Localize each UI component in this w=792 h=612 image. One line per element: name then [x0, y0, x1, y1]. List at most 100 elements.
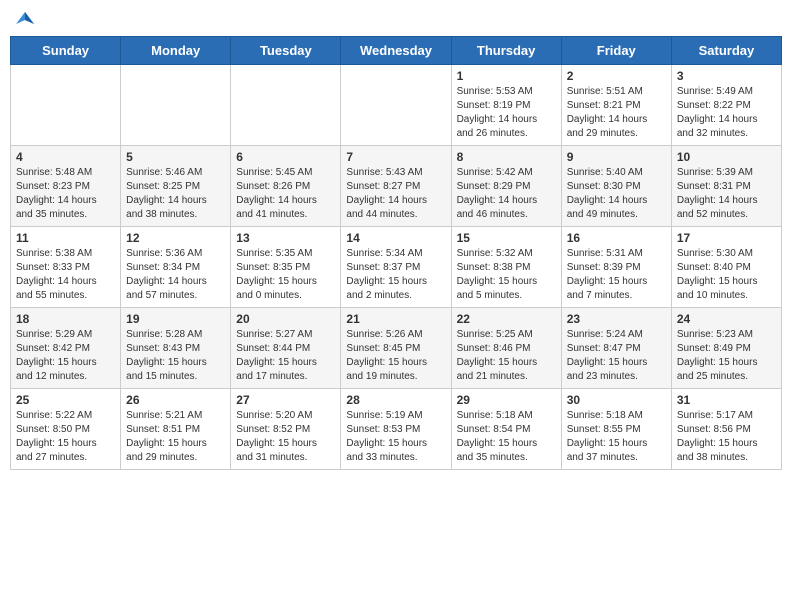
day-info: Sunrise: 5:48 AMSunset: 8:23 PMDaylight:…	[16, 166, 115, 222]
day-of-week-header: Friday	[561, 37, 671, 65]
day-info: Sunrise: 5:36 AMSunset: 8:34 PMDaylight:…	[126, 247, 225, 303]
day-info: Sunrise: 5:28 AMSunset: 8:43 PMDaylight:…	[126, 328, 225, 384]
day-info: Sunrise: 5:25 AMSunset: 8:46 PMDaylight:…	[457, 328, 556, 384]
calendar-cell	[121, 65, 231, 146]
calendar-header-row: SundayMondayTuesdayWednesdayThursdayFrid…	[11, 37, 782, 65]
calendar-cell: 16 Sunrise: 5:31 AMSunset: 8:39 PMDayligh…	[561, 227, 671, 308]
day-number: 10	[677, 150, 776, 164]
day-info: Sunrise: 5:29 AMSunset: 8:42 PMDaylight:…	[16, 328, 115, 384]
calendar-cell: 15 Sunrise: 5:32 AMSunset: 8:38 PMDayligh…	[451, 227, 561, 308]
calendar-cell: 14 Sunrise: 5:34 AMSunset: 8:37 PMDayligh…	[341, 227, 451, 308]
calendar-cell: 7 Sunrise: 5:43 AMSunset: 8:27 PMDaylight…	[341, 146, 451, 227]
calendar-cell: 19 Sunrise: 5:28 AMSunset: 8:43 PMDayligh…	[121, 308, 231, 389]
day-number: 9	[567, 150, 666, 164]
day-number: 15	[457, 231, 556, 245]
day-of-week-header: Monday	[121, 37, 231, 65]
calendar-cell: 21 Sunrise: 5:26 AMSunset: 8:45 PMDayligh…	[341, 308, 451, 389]
day-number: 6	[236, 150, 335, 164]
day-number: 18	[16, 312, 115, 326]
calendar-cell: 20Sunrise: 5:27 AMSunset: 8:44 PMDayligh…	[231, 308, 341, 389]
day-number: 25	[16, 393, 115, 407]
calendar-cell: 3 Sunrise: 5:49 AMSunset: 8:22 PMDaylight…	[671, 65, 781, 146]
day-info: Sunrise: 5:26 AMSunset: 8:45 PMDaylight:…	[346, 328, 445, 384]
day-number: 21	[346, 312, 445, 326]
day-info: Sunrise: 5:53 AMSunset: 8:19 PMDaylight:…	[457, 85, 556, 141]
day-number: 17	[677, 231, 776, 245]
calendar-cell: 29Sunrise: 5:18 AMSunset: 8:54 PMDayligh…	[451, 389, 561, 470]
calendar-cell: 11 Sunrise: 5:38 AMSunset: 8:33 PMDayligh…	[11, 227, 121, 308]
calendar-cell: 24 Sunrise: 5:23 AMSunset: 8:49 PMDayligh…	[671, 308, 781, 389]
day-info: Sunrise: 5:21 AMSunset: 8:51 PMDaylight:…	[126, 409, 225, 465]
calendar-cell: 26 Sunrise: 5:21 AMSunset: 8:51 PMDayligh…	[121, 389, 231, 470]
calendar-cell: 18 Sunrise: 5:29 AMSunset: 8:42 PMDayligh…	[11, 308, 121, 389]
calendar-cell: 6 Sunrise: 5:45 AMSunset: 8:26 PMDaylight…	[231, 146, 341, 227]
logo	[14, 10, 34, 28]
day-of-week-header: Sunday	[11, 37, 121, 65]
day-number: 2	[567, 69, 666, 83]
day-number: 1	[457, 69, 556, 83]
calendar-cell: 22Sunrise: 5:25 AMSunset: 8:46 PMDayligh…	[451, 308, 561, 389]
day-info: Sunrise: 5:35 AMSunset: 8:35 PMDaylight:…	[236, 247, 335, 303]
calendar-table: SundayMondayTuesdayWednesdayThursdayFrid…	[10, 36, 782, 470]
day-info: Sunrise: 5:23 AMSunset: 8:49 PMDaylight:…	[677, 328, 776, 384]
calendar-week-row: 1 Sunrise: 5:53 AMSunset: 8:19 PMDaylight…	[11, 65, 782, 146]
logo-bird-icon	[16, 10, 34, 28]
day-info: Sunrise: 5:32 AMSunset: 8:38 PMDaylight:…	[457, 247, 556, 303]
day-info: Sunrise: 5:24 AMSunset: 8:47 PMDaylight:…	[567, 328, 666, 384]
calendar-cell: 12 Sunrise: 5:36 AMSunset: 8:34 PMDayligh…	[121, 227, 231, 308]
page-header	[10, 10, 782, 28]
day-number: 11	[16, 231, 115, 245]
calendar-cell	[231, 65, 341, 146]
day-number: 23	[567, 312, 666, 326]
calendar-week-row: 11 Sunrise: 5:38 AMSunset: 8:33 PMDayligh…	[11, 227, 782, 308]
day-number: 16	[567, 231, 666, 245]
day-info: Sunrise: 5:43 AMSunset: 8:27 PMDaylight:…	[346, 166, 445, 222]
calendar-cell: 28Sunrise: 5:19 AMSunset: 8:53 PMDayligh…	[341, 389, 451, 470]
day-info: Sunrise: 5:18 AMSunset: 8:54 PMDaylight:…	[457, 409, 556, 465]
day-info: Sunrise: 5:38 AMSunset: 8:33 PMDaylight:…	[16, 247, 115, 303]
day-info: Sunrise: 5:34 AMSunset: 8:37 PMDaylight:…	[346, 247, 445, 303]
day-info: Sunrise: 5:18 AMSunset: 8:55 PMDaylight:…	[567, 409, 666, 465]
day-info: Sunrise: 5:45 AMSunset: 8:26 PMDaylight:…	[236, 166, 335, 222]
day-info: Sunrise: 5:42 AMSunset: 8:29 PMDaylight:…	[457, 166, 556, 222]
day-number: 24	[677, 312, 776, 326]
calendar-cell: 13 Sunrise: 5:35 AMSunset: 8:35 PMDayligh…	[231, 227, 341, 308]
calendar-cell: 25 Sunrise: 5:22 AMSunset: 8:50 PMDayligh…	[11, 389, 121, 470]
day-number: 7	[346, 150, 445, 164]
day-number: 8	[457, 150, 556, 164]
calendar-cell: 8 Sunrise: 5:42 AMSunset: 8:29 PMDaylight…	[451, 146, 561, 227]
day-number: 30	[567, 393, 666, 407]
day-number: 26	[126, 393, 225, 407]
calendar-week-row: 25 Sunrise: 5:22 AMSunset: 8:50 PMDayligh…	[11, 389, 782, 470]
day-of-week-header: Saturday	[671, 37, 781, 65]
day-info: Sunrise: 5:27 AMSunset: 8:44 PMDaylight:…	[236, 328, 335, 384]
day-info: Sunrise: 5:30 AMSunset: 8:40 PMDaylight:…	[677, 247, 776, 303]
day-info: Sunrise: 5:22 AMSunset: 8:50 PMDaylight:…	[16, 409, 115, 465]
day-info: Sunrise: 5:20 AMSunset: 8:52 PMDaylight:…	[236, 409, 335, 465]
day-number: 12	[126, 231, 225, 245]
day-number: 14	[346, 231, 445, 245]
calendar-cell	[11, 65, 121, 146]
day-number: 27	[236, 393, 335, 407]
calendar-cell: 10Sunrise: 5:39 AMSunset: 8:31 PMDayligh…	[671, 146, 781, 227]
day-number: 31	[677, 393, 776, 407]
calendar-cell: 4 Sunrise: 5:48 AMSunset: 8:23 PMDaylight…	[11, 146, 121, 227]
day-number: 5	[126, 150, 225, 164]
day-info: Sunrise: 5:17 AMSunset: 8:56 PMDaylight:…	[677, 409, 776, 465]
day-info: Sunrise: 5:49 AMSunset: 8:22 PMDaylight:…	[677, 85, 776, 141]
day-info: Sunrise: 5:46 AMSunset: 8:25 PMDaylight:…	[126, 166, 225, 222]
calendar-cell: 17 Sunrise: 5:30 AMSunset: 8:40 PMDayligh…	[671, 227, 781, 308]
day-info: Sunrise: 5:31 AMSunset: 8:39 PMDaylight:…	[567, 247, 666, 303]
day-info: Sunrise: 5:40 AMSunset: 8:30 PMDaylight:…	[567, 166, 666, 222]
day-number: 28	[346, 393, 445, 407]
day-number: 4	[16, 150, 115, 164]
day-number: 3	[677, 69, 776, 83]
calendar-cell: 27 Sunrise: 5:20 AMSunset: 8:52 PMDayligh…	[231, 389, 341, 470]
calendar-cell: 2Sunrise: 5:51 AMSunset: 8:21 PMDaylight…	[561, 65, 671, 146]
calendar-week-row: 18 Sunrise: 5:29 AMSunset: 8:42 PMDayligh…	[11, 308, 782, 389]
day-of-week-header: Thursday	[451, 37, 561, 65]
day-number: 19	[126, 312, 225, 326]
calendar-cell: 30 Sunrise: 5:18 AMSunset: 8:55 PMDayligh…	[561, 389, 671, 470]
day-number: 13	[236, 231, 335, 245]
day-of-week-header: Wednesday	[341, 37, 451, 65]
